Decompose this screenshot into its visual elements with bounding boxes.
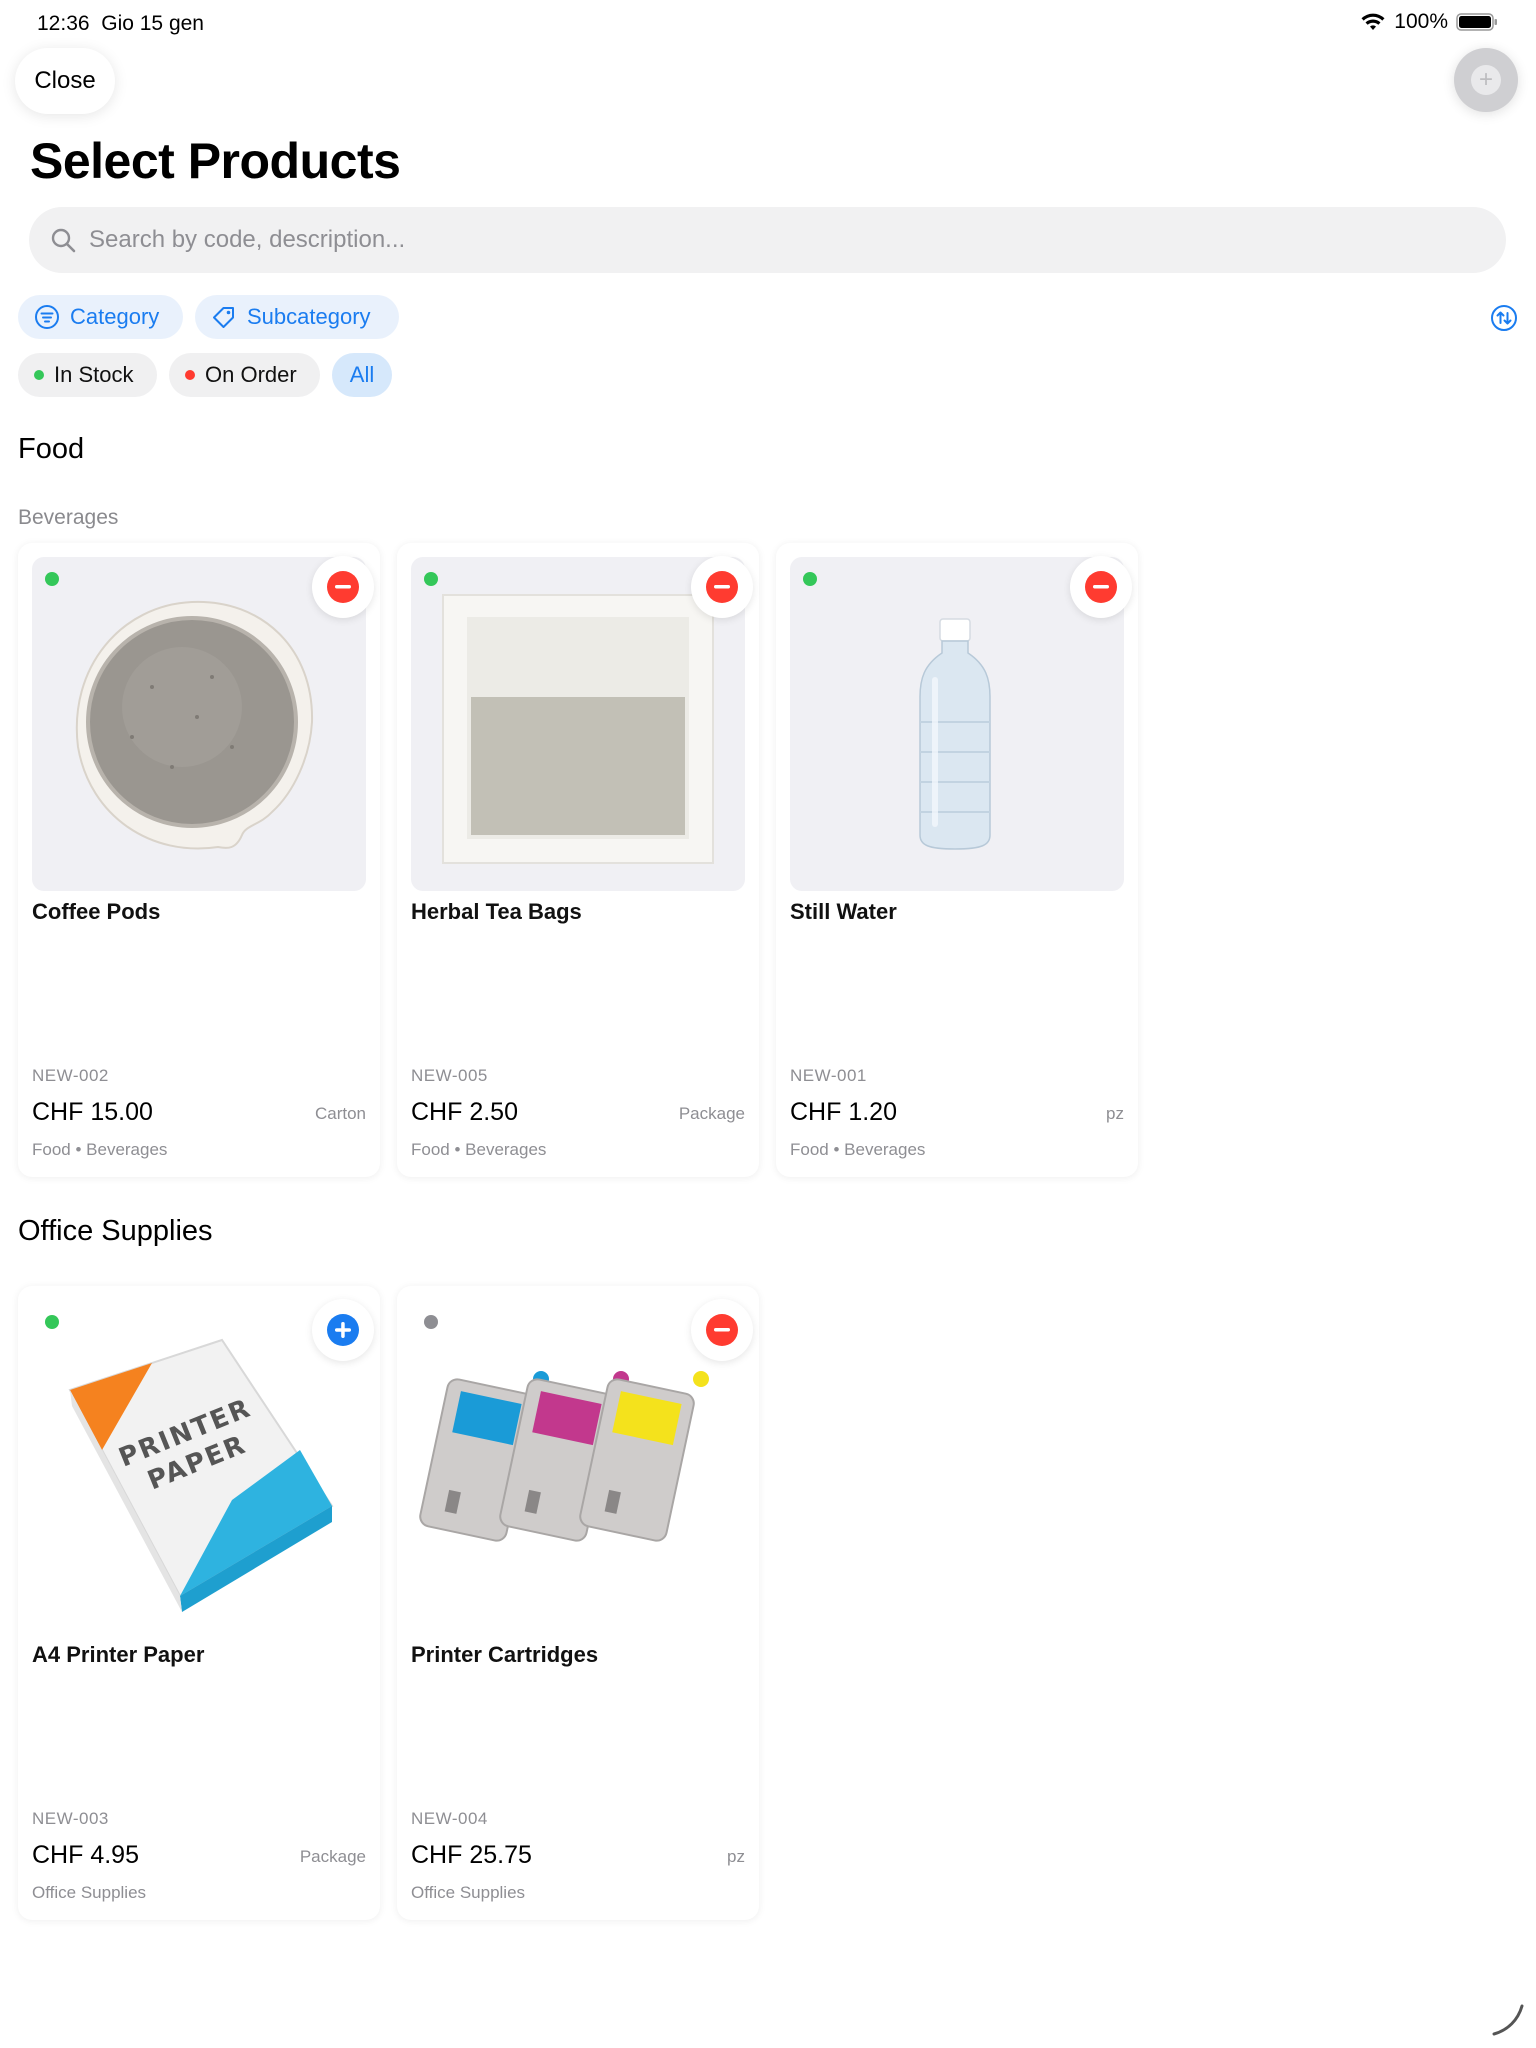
battery-percent: 100% (1394, 10, 1448, 33)
plus-icon: + (1471, 65, 1501, 95)
remove-product-button[interactable] (312, 556, 374, 618)
add-product-button[interactable]: + (1454, 48, 1518, 112)
sort-icon[interactable] (1490, 304, 1518, 332)
product-name: Printer Cartridges (411, 1642, 599, 1667)
product-category: Food • Beverages (790, 1140, 926, 1159)
product-price: CHF 2.50 (411, 1098, 518, 1126)
product-price: CHF 15.00 (32, 1098, 153, 1126)
date-text: Gio 15 gen (101, 12, 204, 35)
product-code: NEW-001 (790, 1066, 867, 1085)
page-title: Select Products (30, 133, 401, 189)
all-filter-chip[interactable]: All (332, 353, 392, 397)
close-button[interactable]: Close (15, 48, 115, 114)
product-code: NEW-005 (411, 1066, 488, 1085)
product-name: Still Water (790, 899, 897, 924)
product-card[interactable]: Coffee Pods NEW-002 CHF 15.00 Carton Foo… (18, 543, 380, 1177)
in-stock-indicator (45, 1315, 59, 1329)
remove-product-button[interactable] (1070, 556, 1132, 618)
minus-icon (1085, 571, 1117, 603)
wifi-icon (1361, 13, 1385, 30)
plus-icon (327, 1314, 359, 1346)
in-stock-filter-chip[interactable]: In Stock (18, 353, 157, 397)
all-filter-label: All (349, 362, 375, 387)
add-to-selection-button[interactable] (312, 1299, 374, 1361)
tea-bag-image (411, 557, 745, 891)
water-bottle-image (790, 557, 1124, 891)
search-input[interactable] (89, 226, 1469, 254)
subcategory-filter-chip[interactable]: Subcategory (195, 295, 399, 339)
product-category: Office Supplies (32, 1883, 147, 1902)
on-order-dot (185, 370, 195, 380)
in-stock-indicator (45, 572, 59, 586)
subsection-title-beverages: Beverages (18, 506, 119, 529)
section-title-food: Food (18, 433, 85, 465)
product-code: NEW-003 (32, 1809, 109, 1828)
subcategory-filter-label: Subcategory (247, 304, 371, 329)
product-name: A4 Printer Paper (32, 1642, 205, 1667)
product-unit: Carton (314, 1104, 366, 1123)
printer-cartridges-image (411, 1300, 745, 1634)
filter-lines-icon (35, 305, 59, 329)
status-right: 100% (1360, 10, 1498, 34)
in-stock-dot (34, 370, 44, 380)
status-time: 12:36 Gio 15 gen (37, 12, 204, 36)
category-filter-label: Category (70, 304, 160, 329)
product-name: Coffee Pods (32, 899, 161, 924)
search-icon (51, 228, 76, 253)
printer-paper-image: PRINTER PAPER (32, 1300, 366, 1634)
time-text: 12:36 (37, 12, 90, 35)
status-bar: 12:36 Gio 15 gen 100% (0, 0, 1536, 48)
product-unit: Package (299, 1847, 366, 1866)
coffee-pod-image (32, 557, 366, 891)
resize-handle-icon (1492, 2004, 1524, 2036)
product-code: NEW-002 (32, 1066, 109, 1085)
remove-product-button[interactable] (691, 556, 753, 618)
product-code: NEW-004 (411, 1809, 488, 1828)
category-filter-chip[interactable]: Category (18, 295, 183, 339)
product-unit: Package (678, 1104, 745, 1123)
minus-icon (327, 571, 359, 603)
unavailable-indicator (424, 1315, 438, 1329)
product-category: Food • Beverages (411, 1140, 547, 1159)
in-stock-indicator (424, 572, 438, 586)
product-unit: pz (727, 1847, 745, 1866)
minus-icon (706, 1314, 738, 1346)
product-price: CHF 1.20 (790, 1098, 897, 1126)
product-price: CHF 4.95 (32, 1841, 139, 1869)
section-title-office-supplies: Office Supplies (18, 1215, 213, 1247)
in-stock-indicator (803, 572, 817, 586)
on-order-label: On Order (205, 362, 297, 387)
battery-icon (1456, 13, 1497, 31)
product-price: CHF 25.75 (411, 1841, 532, 1869)
search-bar[interactable] (29, 207, 1506, 273)
minus-icon (706, 571, 738, 603)
product-category: Food • Beverages (32, 1140, 168, 1159)
tag-icon (213, 307, 234, 328)
product-name: Herbal Tea Bags (411, 899, 582, 924)
on-order-filter-chip[interactable]: On Order (169, 353, 320, 397)
in-stock-label: In Stock (54, 362, 134, 387)
remove-product-button[interactable] (691, 1299, 753, 1361)
product-card[interactable]: Herbal Tea Bags NEW-005 CHF 2.50 Package… (397, 543, 759, 1177)
product-card[interactable]: Printer Cartridges NEW-004 CHF 25.75 pz … (397, 1286, 759, 1920)
product-card[interactable]: PRINTER PAPER A4 Printer Paper NEW-003 C… (18, 1286, 380, 1920)
product-category: Office Supplies (411, 1883, 526, 1902)
product-unit: pz (1106, 1104, 1124, 1123)
product-card[interactable]: Still Water NEW-001 CHF 1.20 pz Food • B… (776, 543, 1138, 1177)
